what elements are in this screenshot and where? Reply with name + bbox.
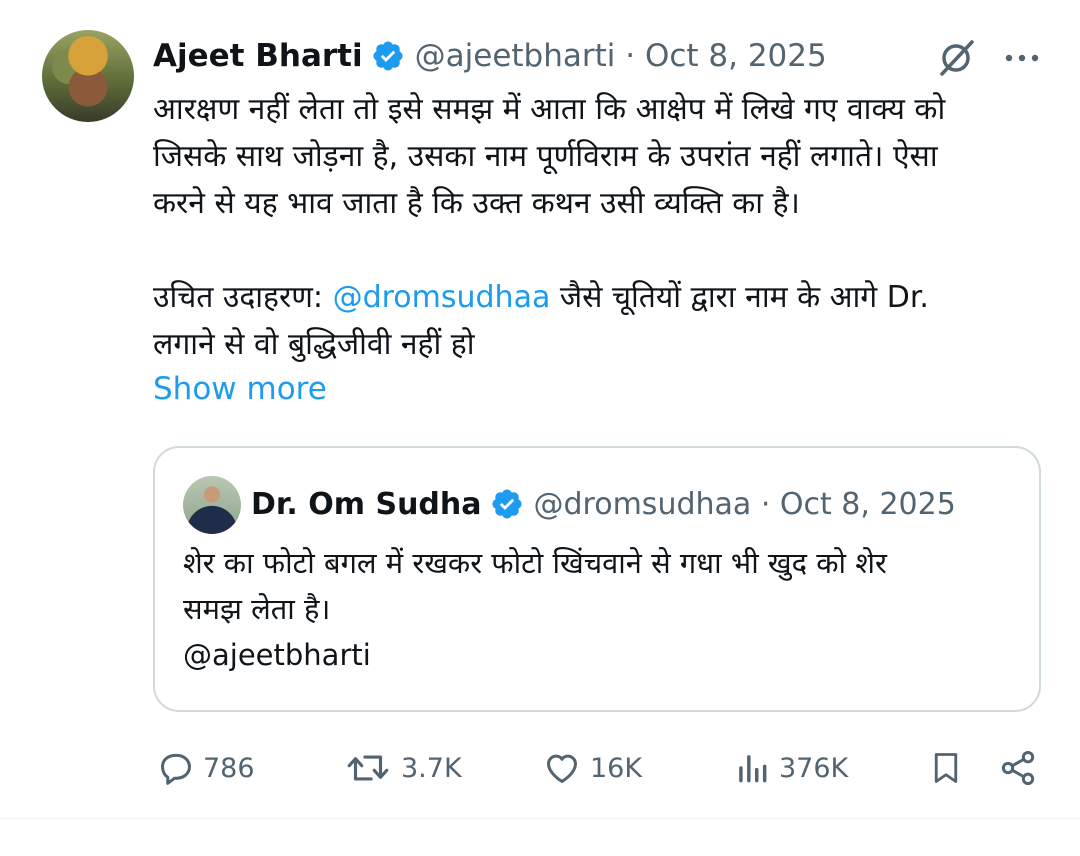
author-handle[interactable]: @ajeetbharti <box>415 38 616 74</box>
like-icon <box>547 754 577 783</box>
grok-icon[interactable] <box>934 36 978 80</box>
bookmark-button[interactable] <box>928 746 964 790</box>
repost-button[interactable]: 3.7K <box>343 746 462 790</box>
more-icon[interactable] <box>1004 52 1040 64</box>
quoted-tweet[interactable]: Dr. Om Sudha @dromsudhaa · Oct 8, 2025 श… <box>153 446 1041 712</box>
quoted-avatar[interactable] <box>183 476 241 534</box>
quoted-date: Oct 8, 2025 <box>779 486 956 522</box>
reply-button[interactable]: 786 <box>157 746 255 790</box>
quoted-author-handle: @dromsudhaa <box>533 486 752 522</box>
repost-count: 3.7K <box>401 752 462 784</box>
separator-dot: · <box>751 486 780 522</box>
share-icon <box>1001 751 1035 785</box>
views-button[interactable]: 376K <box>733 746 848 790</box>
author-name[interactable]: Ajeet Bharti <box>153 38 363 74</box>
quoted-header: Dr. Om Sudha @dromsudhaa · Oct 8, 2025 <box>251 482 956 526</box>
avatar[interactable] <box>42 30 134 122</box>
verified-badge-icon <box>373 41 403 71</box>
tweet-text: आरक्षण नहीं लेता तो इसे समझ में आता कि आ… <box>153 86 1043 368</box>
reply-count: 786 <box>203 752 255 784</box>
like-count: 16K <box>590 752 643 784</box>
separator-dot: · <box>615 38 645 74</box>
verified-badge-icon <box>491 489 522 519</box>
divider <box>0 818 1080 819</box>
quoted-author-name: Dr. Om Sudha <box>251 486 482 522</box>
share-button[interactable] <box>998 746 1038 790</box>
top-actions <box>934 36 1040 80</box>
bookmark-icon <box>934 753 958 783</box>
like-button[interactable]: 16K <box>542 746 642 790</box>
views-count: 376K <box>779 752 849 784</box>
quoted-text: शेर का फोटो बगल में रखकर फोटो खिंचवाने स… <box>183 546 887 672</box>
repost-icon <box>347 755 389 781</box>
views-icon <box>739 755 767 783</box>
show-more-link[interactable]: Show more <box>153 371 327 407</box>
tweet-header: Ajeet Bharti @ajeetbharti · Oct 8, 2025 <box>153 33 827 79</box>
mention-link[interactable]: @dromsudhaa <box>333 280 551 315</box>
reply-icon <box>161 753 191 785</box>
tweet-date[interactable]: Oct 8, 2025 <box>645 38 827 74</box>
action-bar: 786 3.7K 16K 376K <box>0 746 1080 790</box>
